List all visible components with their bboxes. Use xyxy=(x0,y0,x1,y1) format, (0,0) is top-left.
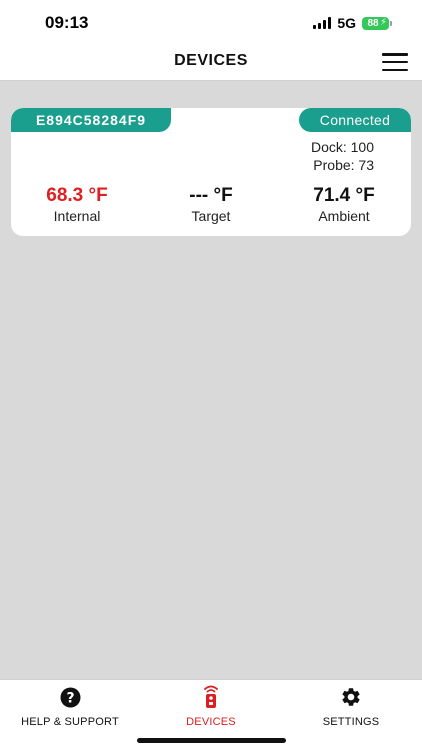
internal-temp-label: Internal xyxy=(53,208,101,224)
page-title: DEVICES xyxy=(174,52,248,69)
hamburger-menu-icon[interactable] xyxy=(382,53,408,71)
app-header: DEVICES xyxy=(0,44,422,81)
charging-bolt-icon: ⚡ xyxy=(379,16,387,28)
target-reading: --- °F Target xyxy=(141,185,281,224)
gear-icon xyxy=(281,686,421,708)
network-type: 5G xyxy=(337,15,356,31)
internal-reading: 68.3 °F Internal xyxy=(11,185,147,224)
probe-battery-text: Probe: 73 xyxy=(313,157,374,173)
nav-help-support[interactable]: ? HELP & SUPPORT xyxy=(0,686,140,728)
internal-temp-value: 68.3 °F xyxy=(46,185,108,206)
svg-text:?: ? xyxy=(66,690,74,706)
target-temp-value: --- °F xyxy=(189,185,233,206)
battery-level: 88 xyxy=(367,17,379,29)
nav-settings-label: SETTINGS xyxy=(322,716,380,728)
home-indicator xyxy=(137,738,286,743)
thermometer-remote-icon xyxy=(141,685,281,708)
dock-battery-text: Dock: 100 xyxy=(310,139,374,155)
device-card[interactable]: E894C58284F9 Connected Dock: 100 Probe: … xyxy=(11,108,411,236)
target-temp-label: Target xyxy=(191,208,231,224)
nav-settings[interactable]: SETTINGS xyxy=(281,686,421,728)
nav-devices-label: DEVICES xyxy=(186,716,236,728)
help-circle-icon: ? xyxy=(0,686,140,708)
status-time: 09:13 xyxy=(45,13,89,32)
status-indicators: 5G 88 ⚡ xyxy=(313,15,392,31)
battery-cap xyxy=(390,20,392,26)
bottom-nav: ? HELP & SUPPORT DEVICES SETTINGS xyxy=(0,679,422,750)
connection-status-badge: Connected xyxy=(299,108,411,132)
ambient-temp-value: 71.4 °F xyxy=(313,185,375,206)
nav-help-label: HELP & SUPPORT xyxy=(21,716,119,728)
temperature-readings: 68.3 °F Internal --- °F Target 71.4 °F A… xyxy=(11,185,411,227)
ambient-temp-label: Ambient xyxy=(318,208,370,224)
status-bar: 09:13 5G 88 ⚡ xyxy=(0,0,422,44)
battery-icon: 88 ⚡ xyxy=(362,16,389,30)
devices-screen: 09:13 5G 88 ⚡ DEVICES E894C58284F9 Conne… xyxy=(0,0,422,750)
device-id-tab: E894C58284F9 xyxy=(11,108,171,132)
nav-devices[interactable]: DEVICES xyxy=(141,685,281,728)
cellular-signal-icon xyxy=(313,17,332,29)
ambient-reading: 71.4 °F Ambient xyxy=(274,185,411,224)
